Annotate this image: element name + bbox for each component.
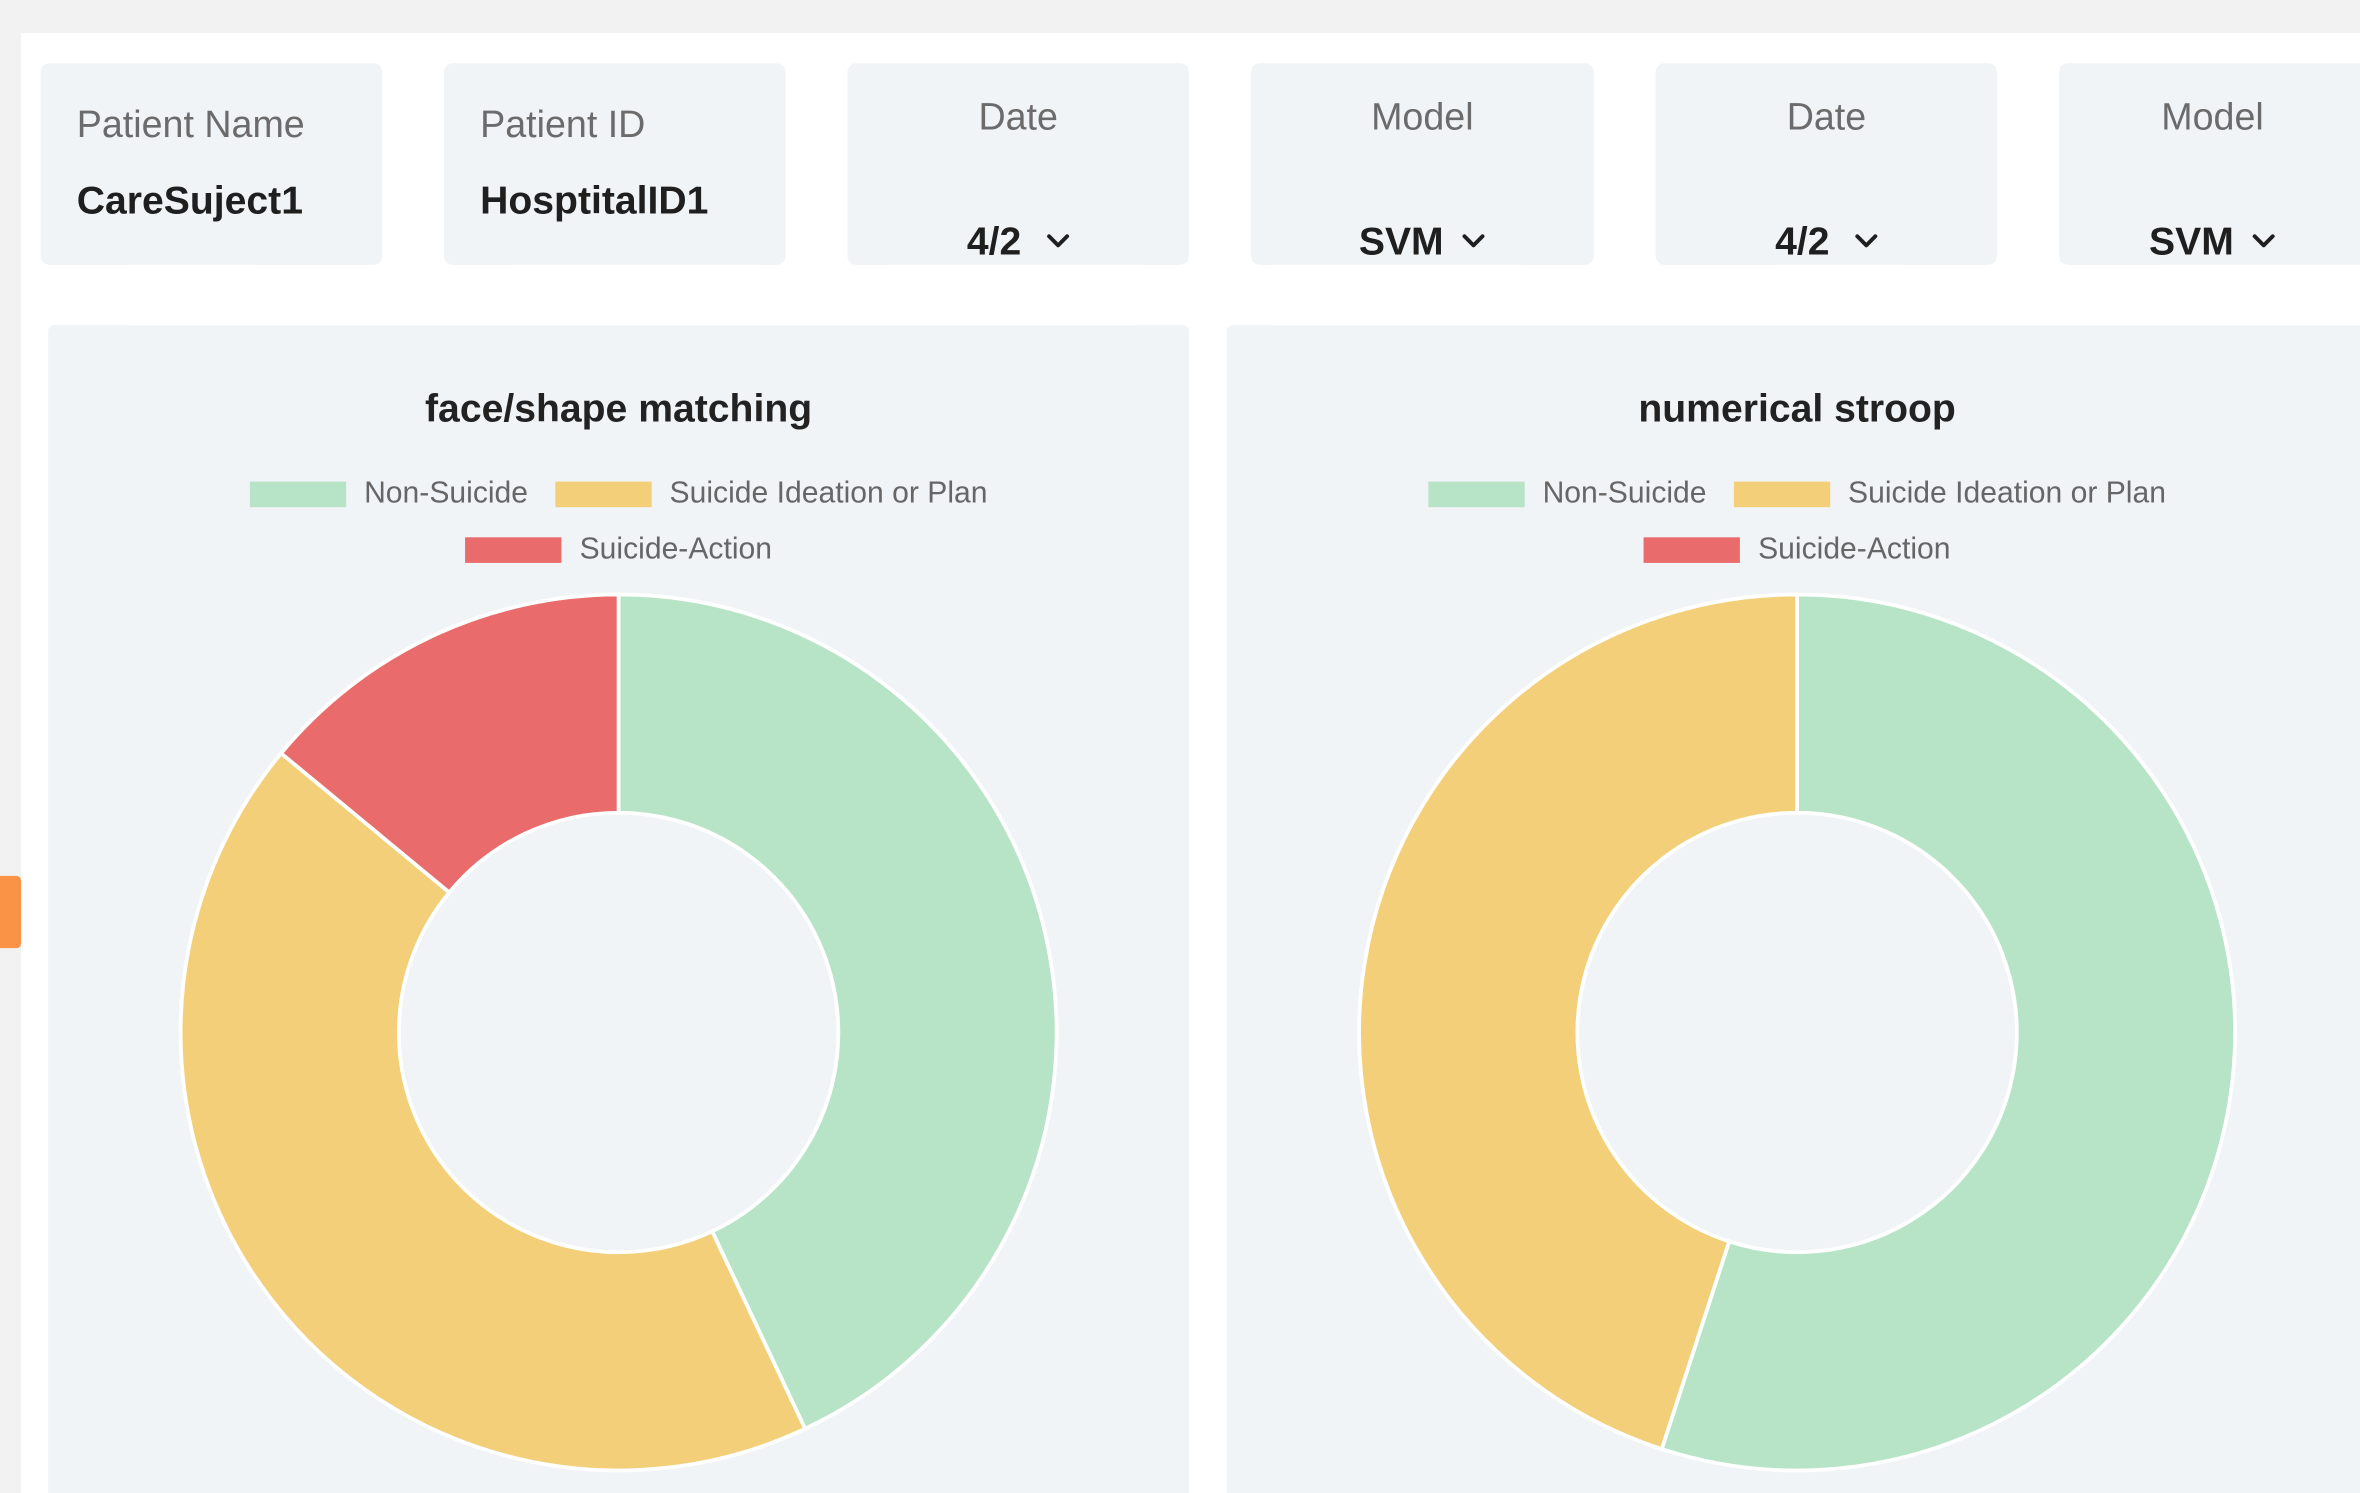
model-select-1-value: SVM [1358, 217, 1444, 263]
donut-chart-face-shape [178, 592, 1059, 1473]
chart-card-face-shape: face/shape matching Non-Suicide Suicide … [48, 325, 1190, 1493]
model-select-2-value: SVM [2149, 217, 2234, 263]
chevron-down-icon [1854, 234, 1877, 248]
patient-id-label: Patient ID [480, 103, 646, 146]
chart-card-numerical-stroop: numerical stroop Non-Suicide Suicide Ide… [1226, 325, 2360, 1493]
patient-name-card: Patient Name CareSuject1 [40, 63, 383, 265]
date-select-2-value: 4/2 [1775, 217, 1830, 263]
model-select-1[interactable]: Model SVM [1250, 63, 1594, 265]
chevron-down-icon [1462, 234, 1485, 248]
date-select-1[interactable]: Date 4/2 [847, 63, 1190, 265]
patient-id-value: HosptitalID1 [480, 177, 709, 223]
donut-chart-numerical-stroop [1357, 592, 2237, 1473]
model-select-2-label: Model [2161, 96, 2264, 139]
chevron-down-icon [1046, 234, 1069, 248]
date-select-1-value: 4/2 [966, 217, 1022, 263]
patient-name-value: CareSuject1 [76, 177, 303, 223]
date-select-2-label: Date [1786, 96, 1867, 139]
model-select-2[interactable]: Model SVM [2058, 63, 2360, 265]
date-select-2[interactable]: Date 4/2 [1655, 63, 1998, 265]
chevron-down-icon [2252, 234, 2275, 248]
patient-id-card: Patient ID HosptitalID1 [444, 63, 786, 265]
model-select-1-label: Model [1371, 96, 1474, 139]
orange-side-tab[interactable] [0, 875, 22, 949]
slice-ideation[interactable] [178, 750, 808, 1473]
patient-name-label: Patient Name [76, 103, 305, 146]
date-select-1-label: Date [978, 96, 1058, 139]
